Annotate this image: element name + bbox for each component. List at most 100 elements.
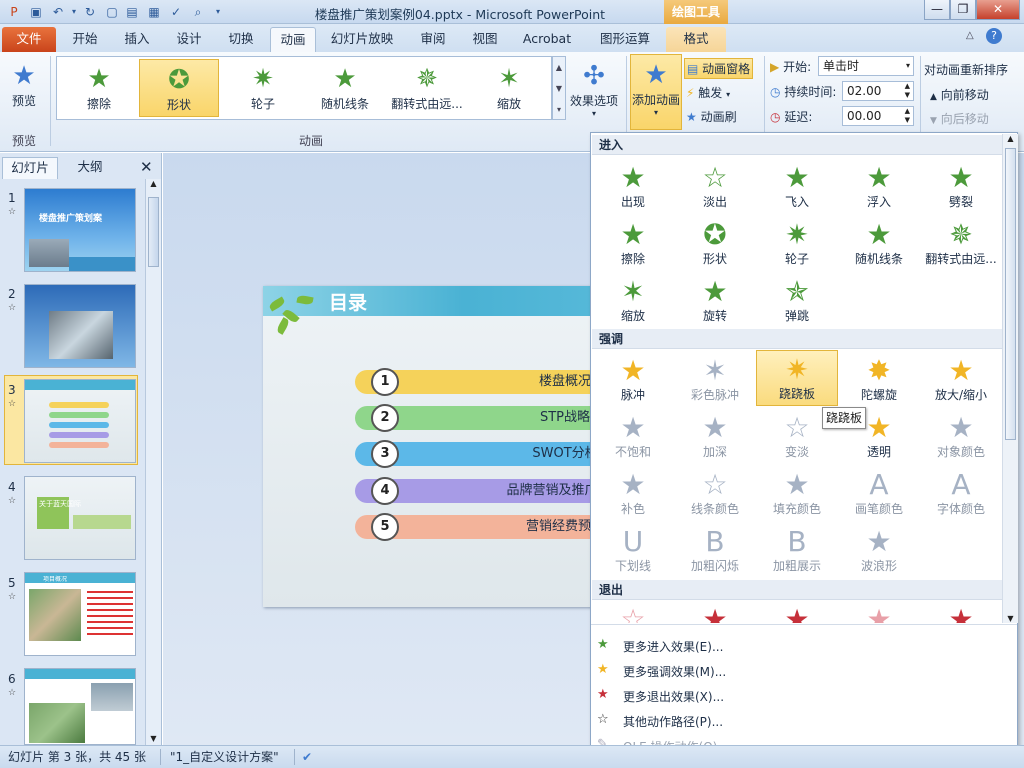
dropdown-scroll-thumb[interactable]: [1005, 148, 1016, 440]
effect-exit-5[interactable]: ★: [920, 601, 1002, 624]
save-icon[interactable]: ▣: [28, 4, 44, 20]
move-earlier-button[interactable]: ▲ 向前移动: [930, 86, 989, 103]
slide-thumbnail-5[interactable]: 项目概况: [24, 572, 136, 656]
new-file-icon[interactable]: ▢: [104, 4, 120, 20]
open-folder-icon[interactable]: ▤: [124, 4, 140, 20]
tab-view[interactable]: 视图: [462, 27, 508, 52]
dropdown-scroll-up-icon[interactable]: ▲: [1003, 134, 1018, 143]
more-exit-effects-link[interactable]: 更多退出效果(X)...: [623, 688, 724, 705]
effect-line-color[interactable]: ☆ 线条颜色: [674, 466, 756, 522]
effect-wheel[interactable]: ✷ 轮子: [756, 216, 838, 272]
effect-grow-turn[interactable]: ✵ 翻转式由远...: [920, 216, 1002, 272]
effect-exit-1[interactable]: ☆: [592, 601, 674, 624]
tab-animations[interactable]: 动画: [270, 27, 316, 52]
gallery-item-zoom[interactable]: ✶ 缩放: [469, 59, 549, 117]
effect-fade[interactable]: ☆ 淡出: [674, 159, 756, 215]
preview-button[interactable]: ★ 预览: [4, 56, 44, 118]
slides-scrollbar[interactable]: ▲ ▼: [145, 179, 161, 745]
slide-thumbnail-6[interactable]: [24, 668, 136, 745]
effect-pulse[interactable]: ★ 脉冲: [592, 352, 674, 408]
effect-swivel[interactable]: ★ 旋转: [674, 273, 756, 329]
help-icon[interactable]: ?: [986, 28, 1002, 44]
effect-exit-4[interactable]: ★: [838, 601, 920, 624]
panel-close-icon[interactable]: ✕: [140, 157, 153, 179]
effect-exit-3[interactable]: ★: [756, 601, 838, 624]
effect-brush-color[interactable]: A 画笔颜色: [838, 466, 920, 522]
effect-darken[interactable]: ★ 加深: [674, 409, 756, 465]
gallery-scroll[interactable]: ▲ ▼ ▾: [552, 56, 566, 120]
effect-underline[interactable]: U 下划线: [592, 523, 674, 579]
gallery-item-grow-turn[interactable]: ✵ 翻转式由远...: [387, 59, 467, 117]
effect-exit-2[interactable]: ★: [674, 601, 756, 624]
tab-file[interactable]: 文件: [2, 27, 56, 52]
effect-shape[interactable]: ✪ 形状: [674, 216, 756, 272]
delay-spinner-icon[interactable]: ▲ ▼: [905, 107, 910, 125]
close-button[interactable]: ✕: [976, 0, 1020, 20]
more-motion-paths-link[interactable]: 其他动作路径(P)...: [623, 713, 723, 730]
slide-thumbnail-3[interactable]: [24, 379, 136, 463]
duration-spinner-icon[interactable]: ▲ ▼: [905, 82, 910, 100]
tab-design[interactable]: 设计: [166, 27, 212, 52]
effect-wipe[interactable]: ★ 擦除: [592, 216, 674, 272]
scroll-up-icon[interactable]: ▲: [146, 179, 161, 188]
gallery-item-random-bars[interactable]: ★ 随机线条: [305, 59, 385, 117]
effect-bold-reveal[interactable]: B 加粗展示: [756, 523, 838, 579]
customize-qat-icon[interactable]: ▾: [210, 4, 226, 20]
move-later-button[interactable]: ▼ 向后移动: [930, 110, 989, 127]
undo-icon[interactable]: ↶: [50, 4, 66, 20]
animation-painter-button[interactable]: ★ 动画刷: [686, 108, 737, 125]
tab-slideshow[interactable]: 幻灯片放映: [322, 27, 402, 52]
print-preview-icon[interactable]: ⌕: [190, 4, 206, 20]
effect-object-color[interactable]: ★ 对象颜色: [920, 409, 1002, 465]
tab-home[interactable]: 开始: [62, 27, 108, 52]
spellcheck-icon[interactable]: ✓: [168, 4, 184, 20]
effect-teeter[interactable]: ✷ 跷跷板: [756, 350, 838, 406]
tab-outline[interactable]: 大纲: [60, 157, 120, 179]
effect-color-pulse[interactable]: ✶ 彩色脉冲: [674, 352, 756, 408]
effect-options-button[interactable]: ✣ 效果选项 ▾: [568, 56, 620, 122]
slide-thumbnail-4[interactable]: 关于蓝天国际: [24, 476, 136, 560]
redo-icon[interactable]: ↻: [82, 4, 98, 20]
tab-shape-ops[interactable]: 图形运算: [590, 27, 660, 52]
more-emphasis-effects-link[interactable]: 更多强调效果(M)...: [623, 663, 726, 680]
effect-split[interactable]: ★ 劈裂: [920, 159, 1002, 215]
delay-field[interactable]: 00.00 ▲ ▼: [842, 106, 914, 126]
gallery-up-icon[interactable]: ▲: [553, 57, 565, 78]
tab-acrobat[interactable]: Acrobat: [514, 27, 580, 52]
dropdown-scrollbar[interactable]: ▲ ▼: [1002, 134, 1018, 623]
effect-fill-color[interactable]: ★ 填充颜色: [756, 466, 838, 522]
effect-float-in[interactable]: ★ 浮入: [838, 159, 920, 215]
tab-review[interactable]: 审阅: [410, 27, 456, 52]
effect-wave[interactable]: ★ 波浪形: [838, 523, 920, 579]
more-entrance-effects-link[interactable]: 更多进入效果(E)...: [623, 638, 723, 655]
effect-bold-flash[interactable]: B 加粗闪烁: [674, 523, 756, 579]
effect-bounce[interactable]: ✯ 弹跳: [756, 273, 838, 329]
pdf-icon[interactable]: ▦: [146, 4, 162, 20]
gallery-down-icon[interactable]: ▼: [553, 78, 565, 99]
add-animation-button[interactable]: ★ 添加动画 ▾: [630, 54, 682, 130]
tab-slides[interactable]: 幻灯片: [2, 157, 58, 179]
effect-font-color[interactable]: A 字体颜色: [920, 466, 1002, 522]
spellcheck-status-icon[interactable]: ✔: [302, 746, 312, 768]
minimize-button[interactable]: —: [924, 0, 950, 20]
tab-transitions[interactable]: 切换: [218, 27, 264, 52]
dropdown-scroll-down-icon[interactable]: ▼: [1003, 614, 1018, 623]
tab-format[interactable]: 格式: [666, 27, 726, 52]
effect-appear[interactable]: ★ 出现: [592, 159, 674, 215]
maximize-button[interactable]: ❐: [950, 0, 976, 20]
gallery-item-wipe[interactable]: ★ 擦除: [59, 59, 139, 117]
scroll-down-icon[interactable]: ▼: [146, 734, 161, 743]
effect-grow-shrink[interactable]: ★ 放大/缩小: [920, 352, 1002, 408]
duration-field[interactable]: 02.00 ▲ ▼: [842, 81, 914, 101]
gallery-more-icon[interactable]: ▾: [553, 99, 565, 120]
effect-desaturate[interactable]: ★ 不饱和: [592, 409, 674, 465]
animation-pane-button[interactable]: ▤ 动画窗格: [684, 58, 754, 79]
gallery-item-wheel[interactable]: ✷ 轮子: [223, 59, 303, 117]
effect-complementary-color[interactable]: ★ 补色: [592, 466, 674, 522]
gallery-item-shape[interactable]: ✪ 形状: [139, 59, 219, 117]
effect-random-bars[interactable]: ★ 随机线条: [838, 216, 920, 272]
effect-zoom[interactable]: ✶ 缩放: [592, 273, 674, 329]
undo-dropdown-icon[interactable]: ▾: [66, 4, 82, 20]
slide-thumbnail-2[interactable]: [24, 284, 136, 368]
tab-insert[interactable]: 插入: [114, 27, 160, 52]
